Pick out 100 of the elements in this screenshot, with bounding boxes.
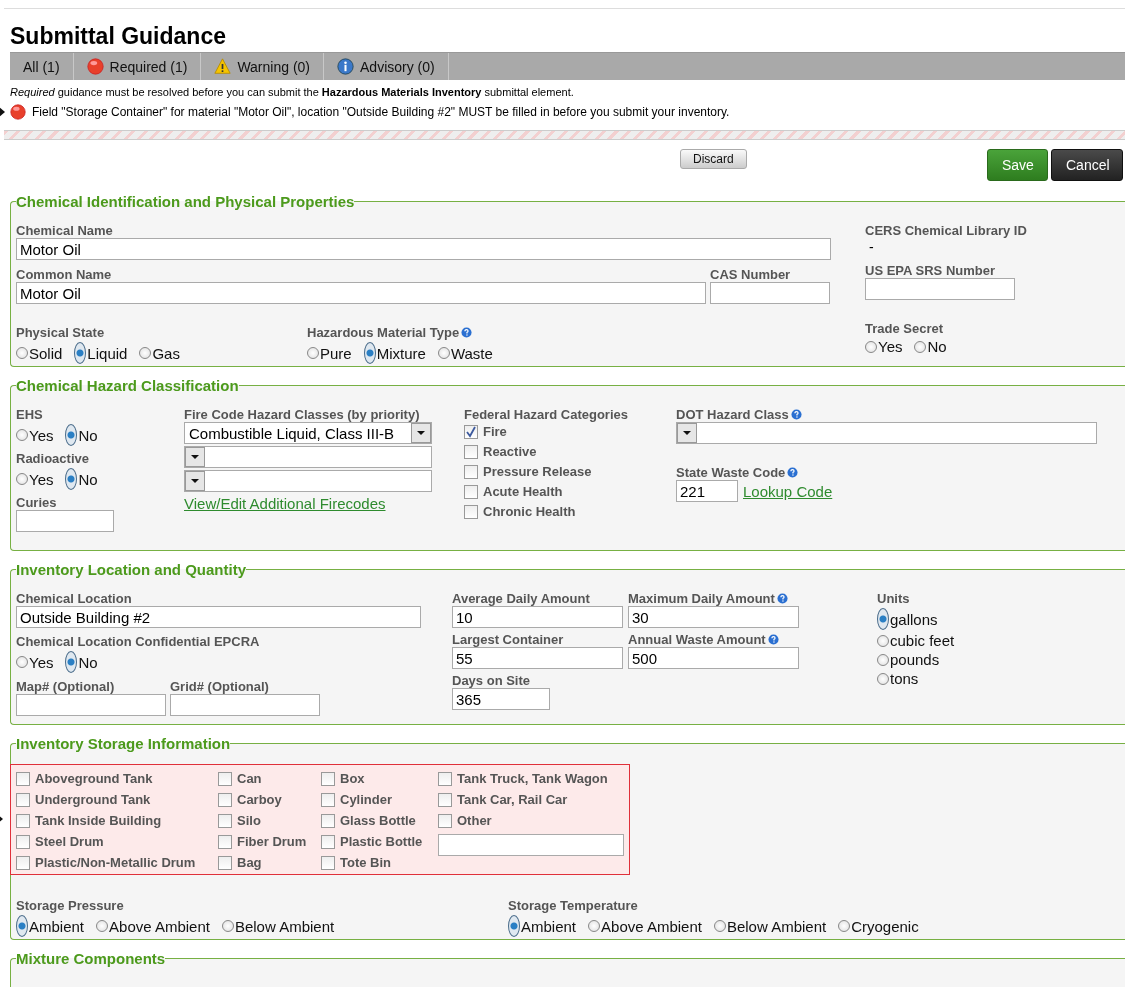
text-field[interactable] (438, 834, 624, 856)
text-field[interactable]: 30 (628, 606, 799, 628)
section-title: Chemical Hazard Classification (16, 377, 239, 394)
radio-button[interactable] (363, 342, 376, 364)
page-title: Submittal Guidance (10, 23, 227, 50)
checkbox[interactable] (218, 834, 232, 849)
checkbox[interactable] (438, 792, 452, 807)
checkbox[interactable] (16, 813, 30, 828)
checkbox[interactable] (321, 855, 335, 870)
radio-button[interactable] (16, 347, 28, 359)
text-field[interactable]: 221 (676, 480, 738, 502)
radio-button[interactable] (74, 342, 87, 364)
pointer-icon (0, 107, 5, 117)
radio-button[interactable] (307, 347, 319, 359)
radio-button[interactable] (16, 915, 28, 937)
text-field[interactable] (170, 694, 320, 716)
dropdown[interactable] (184, 470, 432, 492)
checkbox[interactable] (218, 855, 232, 870)
option-label: pounds (890, 651, 940, 668)
option-label: Cryogenic (851, 917, 919, 935)
checkbox-label: Chronic Health (483, 504, 576, 519)
text-field[interactable] (16, 510, 114, 532)
checkbox[interactable] (321, 771, 335, 786)
help-icon[interactable] (767, 633, 779, 645)
field-label: Chemical Location Confidential EPCRA (16, 633, 260, 649)
radio-button[interactable] (713, 920, 726, 932)
checkbox[interactable] (16, 834, 30, 849)
checkbox[interactable] (464, 424, 478, 439)
guidance-tab[interactable]: Advisory (0) (324, 53, 449, 80)
checkbox[interactable] (16, 855, 30, 870)
radio-button[interactable] (221, 920, 234, 932)
radio-button[interactable] (865, 340, 877, 353)
checkbox[interactable] (464, 464, 478, 479)
help-icon[interactable] (461, 326, 473, 338)
option-label: Yes (29, 470, 54, 488)
help-icon[interactable] (787, 466, 799, 478)
checkbox-label: Cylinder (340, 792, 392, 807)
dropdown[interactable]: Combustible Liquid, Class III-B (184, 422, 432, 444)
dropdown[interactable] (184, 446, 432, 468)
help-icon[interactable] (776, 592, 788, 604)
save-button[interactable]: Save (987, 149, 1048, 181)
radio-button[interactable] (16, 429, 28, 441)
lookup-link[interactable]: Lookup Code (743, 482, 833, 500)
radio-button[interactable] (877, 653, 889, 666)
field-label: Federal Hazard Categories (464, 406, 628, 422)
field-label: Storage Pressure (16, 897, 124, 913)
field-label: Map# (Optional) (16, 678, 115, 694)
radio-button[interactable] (877, 608, 889, 630)
radio-button[interactable] (65, 424, 78, 446)
checkbox[interactable] (321, 813, 335, 828)
checkbox[interactable] (464, 444, 478, 459)
text-field[interactable]: 55 (452, 647, 623, 669)
text-field[interactable]: Motor Oil (16, 282, 706, 304)
checkbox[interactable] (218, 813, 232, 828)
radio-button[interactable] (139, 347, 152, 359)
checkbox[interactable] (321, 834, 335, 849)
checkbox[interactable] (321, 792, 335, 807)
text-field[interactable]: 500 (628, 647, 799, 669)
radio-button[interactable] (65, 651, 78, 673)
radio-button[interactable] (838, 920, 851, 932)
checkbox-label: Tank Truck, Tank Wagon (457, 771, 608, 786)
radio-button[interactable] (16, 473, 28, 485)
text-field[interactable] (710, 282, 830, 304)
text-field[interactable]: Outside Building #2 (16, 606, 421, 628)
radio-button[interactable] (96, 920, 109, 932)
radio-button[interactable] (914, 340, 927, 353)
radio-button[interactable] (16, 656, 28, 668)
field-label: US EPA SRS Number (865, 262, 996, 278)
text-field[interactable]: 365 (452, 688, 550, 710)
radio-button[interactable] (65, 468, 78, 490)
firecodes-link[interactable]: View/Edit Additional Firecodes (184, 495, 386, 512)
cancel-button[interactable]: Cancel (1051, 149, 1123, 181)
checkbox[interactable] (16, 771, 30, 786)
checkbox[interactable] (438, 771, 452, 786)
help-icon[interactable] (790, 408, 802, 420)
field-label: Storage Temperature (508, 897, 638, 913)
field-label: Physical State (16, 324, 105, 340)
guidance-tab[interactable]: Required (1) (73, 53, 202, 80)
dropdown[interactable] (676, 422, 1097, 444)
checkbox[interactable] (218, 792, 232, 807)
field-label: CAS Number (710, 266, 791, 282)
radio-button[interactable] (508, 915, 520, 937)
text-field[interactable]: 10 (452, 606, 623, 628)
checkbox[interactable] (438, 813, 452, 828)
checkbox[interactable] (16, 792, 30, 807)
radio-button[interactable] (877, 672, 889, 685)
radio-button[interactable] (437, 347, 450, 359)
radio-button[interactable] (877, 634, 889, 647)
radio-button[interactable] (588, 920, 601, 932)
text-field[interactable] (865, 278, 1015, 300)
checkbox[interactable] (464, 504, 478, 519)
guidance-tab[interactable]: All (1) (10, 53, 74, 80)
text-field[interactable] (16, 694, 166, 716)
guidance-note: Required guidance must be resolved before you can submit the Hazardous Materials Inventory submittal element. (10, 86, 575, 98)
discard-button[interactable]: Discard (680, 149, 747, 169)
checkbox[interactable] (218, 771, 232, 786)
guidance-tab[interactable]: Warning (0) (201, 53, 324, 80)
option-label: Yes (29, 426, 54, 444)
text-field[interactable]: Motor Oil (16, 238, 831, 260)
checkbox[interactable] (464, 484, 478, 499)
